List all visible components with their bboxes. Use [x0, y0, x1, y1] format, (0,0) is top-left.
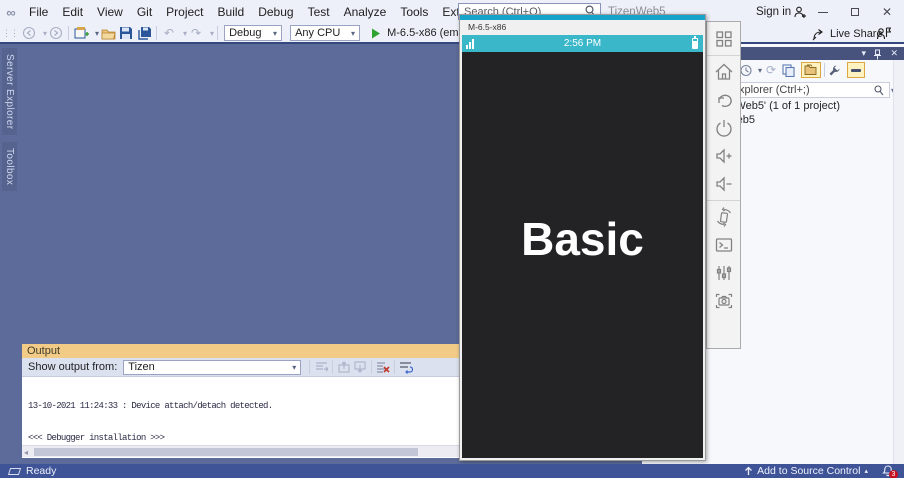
background-tasks-icon[interactable] [8, 468, 21, 475]
send-feedback-icon[interactable] [876, 26, 891, 41]
emulator-control-panel [706, 21, 741, 349]
platform-dropdown[interactable]: Any CPU▾ [290, 25, 360, 41]
save-all-icon[interactable] [136, 25, 152, 41]
phone-status-bar: 2:56 PM [462, 35, 703, 52]
status-bar: Ready Add to Source Control ▴ 3 [0, 464, 904, 478]
app-grid-icon[interactable] [709, 25, 738, 53]
phone-clock: 2:56 PM [462, 35, 703, 52]
menu-git[interactable]: Git [130, 0, 159, 24]
push-up-arrow-icon [744, 466, 753, 476]
power-icon[interactable] [709, 114, 738, 142]
menu-file[interactable]: File [22, 0, 55, 24]
visual-studio-window: ∞ File Edit View Git Project Build Debug… [0, 0, 904, 478]
volume-down-icon[interactable] [709, 170, 738, 198]
standard-toolbar: ⋮⋮ ▾ ▾ ↶ ▾ ↷ ▾ Debug▾ Any CPU▾ [0, 24, 904, 44]
properties-wrench-icon[interactable] [828, 64, 841, 77]
sign-in-person-icon[interactable] [793, 5, 807, 19]
toggle-word-wrap-icon[interactable] [398, 359, 414, 375]
output-log-line: <<< Debugger installation >>> [28, 433, 462, 444]
status-ready-label: Ready [26, 465, 56, 477]
scrollbar-thumb[interactable] [34, 448, 418, 456]
navigate-back-dropdown[interactable]: ▾ [43, 29, 47, 38]
start-debug-icon[interactable] [368, 25, 384, 41]
undo-icon[interactable]: ↶ [161, 25, 177, 41]
menu-view[interactable]: View [90, 0, 130, 24]
navigate-back-icon[interactable] [21, 25, 37, 41]
preview-selected-items-button[interactable] [847, 62, 865, 78]
menu-edit[interactable]: Edit [55, 0, 90, 24]
solution-search-icon[interactable] [874, 85, 884, 96]
output-panel: Output Show output from: Tizen▾ [22, 344, 462, 458]
rotate-icon[interactable] [709, 203, 738, 231]
signal-strength-icon [466, 39, 474, 49]
find-message-icon [313, 359, 329, 375]
new-project-icon[interactable] [73, 25, 89, 41]
configuration-value: Debug [229, 27, 261, 39]
sidebar-tab-toolbox[interactable]: Toolbox [2, 142, 17, 191]
restore-button[interactable] [840, 0, 870, 24]
output-toolbar: Show output from: Tizen▾ [22, 358, 462, 377]
sidebar-tab-server-explorer[interactable]: Server Explorer [2, 48, 17, 135]
live-share-button[interactable]: Live Share [812, 24, 883, 44]
visual-studio-logo-icon: ∞ [0, 5, 22, 20]
sync-with-active-document-icon[interactable] [782, 64, 795, 77]
show-output-from-label: Show output from: [28, 361, 117, 373]
open-folder-icon[interactable] [100, 25, 116, 41]
live-share-label: Live Share [830, 28, 883, 40]
output-panel-title[interactable]: Output [22, 344, 462, 358]
output-source-value: Tizen [128, 361, 155, 373]
menu-analyze[interactable]: Analyze [337, 0, 394, 24]
show-all-files-button[interactable] [801, 62, 821, 78]
volume-up-icon[interactable] [709, 142, 738, 170]
output-horizontal-scrollbar[interactable]: ◂ [22, 445, 462, 457]
redo-icon[interactable]: ↷ [188, 25, 204, 41]
screenshot-icon[interactable] [709, 287, 738, 315]
notification-count-badge: 3 [889, 470, 898, 478]
emulator-window-title[interactable]: M-6.5-x86 [460, 20, 705, 35]
source-control-dropdown-icon[interactable]: ▴ [864, 467, 868, 475]
sign-in-button[interactable]: Sign in [756, 0, 791, 24]
minimize-button[interactable] [808, 0, 838, 24]
navigate-forward-icon[interactable] [48, 25, 64, 41]
app-title-text: Basic [462, 212, 703, 266]
battery-icon [692, 38, 698, 49]
save-icon[interactable] [118, 25, 134, 41]
configuration-dropdown[interactable]: Debug▾ [224, 25, 282, 41]
title-bar: ∞ File Edit View Git Project Build Debug… [0, 0, 904, 24]
back-icon[interactable] [709, 86, 738, 114]
menu-test[interactable]: Test [301, 0, 337, 24]
previous-message-icon [336, 359, 352, 375]
menu-project[interactable]: Project [159, 0, 210, 24]
home-icon[interactable] [709, 58, 738, 86]
output-source-dropdown[interactable]: Tizen▾ [123, 360, 301, 375]
history-icon[interactable]: ▾ [740, 64, 762, 77]
redo-dropdown[interactable]: ▾ [210, 29, 214, 38]
close-button[interactable]: ✕ [872, 0, 902, 24]
emulator-frame: 2:56 PM Basic [462, 35, 703, 458]
refresh-icon: ⟳ [766, 63, 776, 77]
scroll-left-arrow-icon[interactable]: ◂ [24, 448, 28, 457]
phone-screen[interactable]: Basic [462, 52, 703, 458]
pin-icon[interactable] [873, 47, 882, 60]
next-message-icon [352, 359, 368, 375]
clear-all-icon[interactable] [375, 359, 391, 375]
undo-dropdown[interactable]: ▾ [183, 29, 187, 38]
menu-build[interactable]: Build [211, 0, 252, 24]
toolbar-grip[interactable]: ⋮⋮ [2, 28, 18, 39]
control-sliders-icon[interactable] [709, 259, 738, 287]
menu-debug[interactable]: Debug [251, 0, 300, 24]
new-project-dropdown[interactable]: ▾ [95, 29, 99, 38]
output-log-line: 13-10-2021 11:24:33 : Device attach/deta… [28, 401, 462, 412]
solution-explorer-scrollbar[interactable] [893, 60, 904, 464]
emulator-window: M-6.5-x86 2:56 PM Basic [459, 14, 706, 461]
shell-icon[interactable] [709, 231, 738, 259]
platform-value: Any CPU [295, 27, 340, 39]
notifications-bell-icon[interactable]: 3 [882, 465, 894, 477]
close-panel-icon[interactable]: ✕ [890, 47, 898, 60]
menu-tools[interactable]: Tools [393, 0, 435, 24]
window-position-menu-icon[interactable]: ▾ [861, 47, 866, 60]
add-to-source-control-button[interactable]: Add to Source Control [757, 465, 860, 477]
output-log[interactable]: 13-10-2021 11:24:33 : Device attach/deta… [22, 377, 462, 445]
